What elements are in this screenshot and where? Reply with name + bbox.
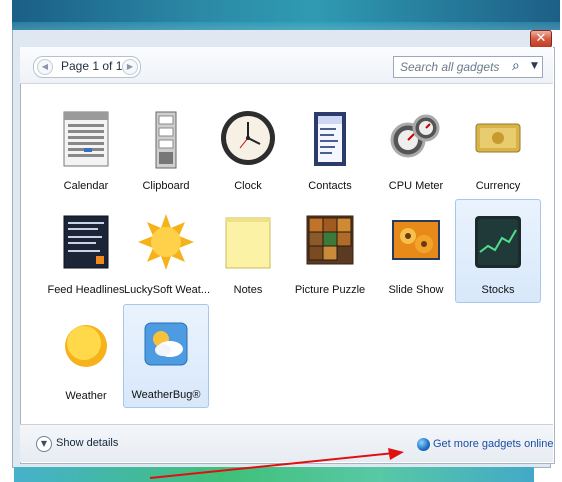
gadget-gallery-window: ✕ ◀ Page 1 of 1 ▶ Search all gadgets ⌕ ▼… <box>0 0 562 482</box>
annotation-arrow <box>149 448 404 479</box>
